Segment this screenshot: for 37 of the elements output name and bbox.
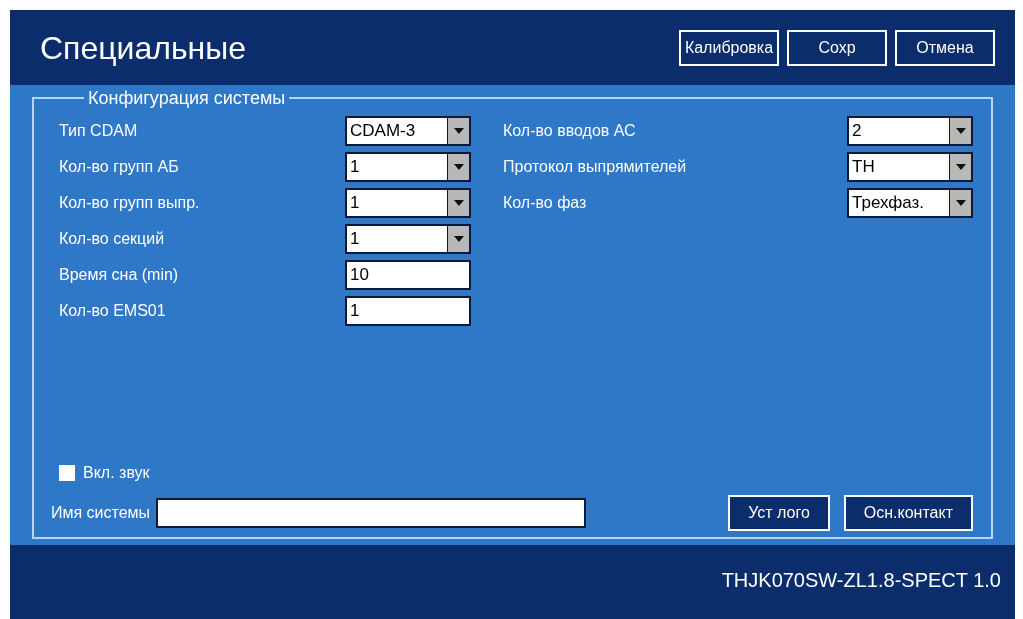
dropdown[interactable]: 1 <box>345 188 471 218</box>
dropdown[interactable]: TH <box>847 152 973 182</box>
field-label: Кол-во EMS01 <box>59 301 166 321</box>
dropdown[interactable]: CDAM-3 <box>345 116 471 146</box>
header-button[interactable]: Сохр <box>787 29 887 66</box>
dropdown[interactable]: 1 <box>345 224 471 254</box>
dropdown[interactable]: Трехфаз. <box>847 188 973 218</box>
caret-icon <box>955 164 966 170</box>
header-button[interactable]: Отмена <box>895 29 995 66</box>
page-title: Специальные <box>40 28 247 68</box>
caret-icon <box>955 128 966 134</box>
caret-icon <box>955 200 966 206</box>
caret-icon <box>453 236 464 242</box>
field-label: Кол-во вводов АС <box>503 121 636 141</box>
caret-icon <box>453 164 464 170</box>
checkbox-label: Вкл. звук <box>83 463 150 483</box>
input-field[interactable] <box>156 498 587 528</box>
field-label: Кол-во групп выпр. <box>59 193 200 213</box>
version-text: THJK070SW-ZL1.8-SPECT 1.0 <box>721 568 1001 593</box>
field-label: Кол-во групп АБ <box>59 157 179 177</box>
field-label: Время сна (min) <box>59 265 179 285</box>
field-label: Кол-во секций <box>59 229 165 249</box>
action-button[interactable]: Осн.контакт <box>843 495 973 531</box>
field-label: Имя системы <box>51 503 151 523</box>
caret-icon <box>453 200 464 206</box>
action-button[interactable]: Уст лого <box>728 495 830 531</box>
header-button[interactable]: Калибровка <box>679 29 779 66</box>
field-label: Тип CDAM <box>59 121 138 141</box>
dropdown[interactable]: 2 <box>847 116 973 146</box>
field-label: Протокол выпрямителей <box>503 157 687 177</box>
input-field[interactable]: 10 <box>345 260 471 290</box>
field-label: Кол-во фаз <box>503 193 587 213</box>
caret-icon <box>453 128 464 134</box>
dropdown[interactable]: 1 <box>345 152 471 182</box>
group-title: Конфигурация системы <box>87 88 287 108</box>
checkbox[interactable] <box>59 465 75 481</box>
input-field[interactable]: 1 <box>345 296 471 326</box>
